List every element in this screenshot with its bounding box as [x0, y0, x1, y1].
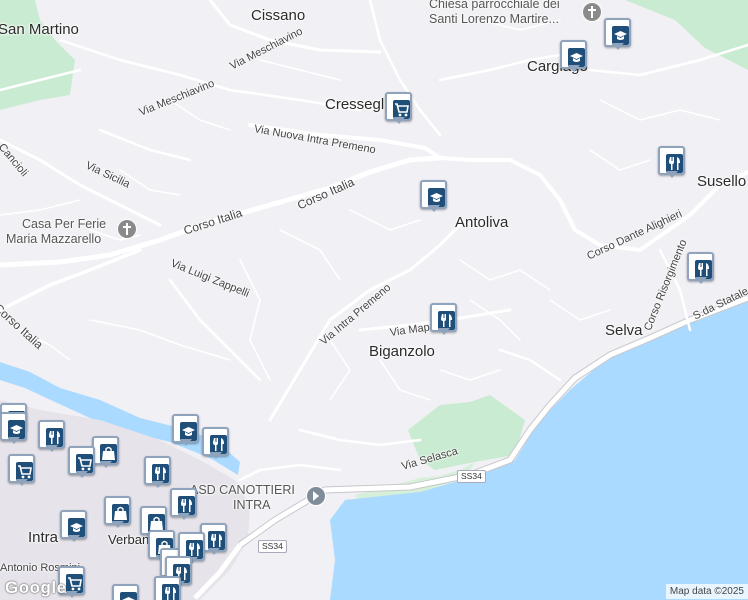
poi-label-church-line-2: Santi Lorenzo Martire... [429, 12, 559, 26]
poi-marker[interactable] [172, 414, 199, 447]
park-area [625, 0, 748, 70]
poi-label-asd-line-1: ASD CANOTTIERI [190, 483, 295, 497]
poi-marker[interactable] [60, 510, 87, 543]
poi-marker-pointer [46, 445, 58, 452]
poi-marker-pointer [152, 481, 164, 488]
road-shield-ss34: SS34 [258, 540, 287, 553]
poi-marker-pointer [568, 65, 580, 72]
poi-marker[interactable] [560, 40, 587, 73]
poi-marker-pointer [393, 117, 405, 124]
poi-marker[interactable] [144, 456, 171, 489]
sports-club-icon[interactable] [306, 486, 326, 506]
poi-marker-box [154, 576, 181, 600]
place-label-intra: Intra [28, 529, 59, 546]
poi-marker-pointer [68, 535, 80, 542]
poi-marker[interactable] [154, 576, 181, 600]
poi-marker[interactable] [658, 146, 685, 179]
poi-marker[interactable] [0, 412, 27, 445]
poi-marker[interactable] [8, 454, 35, 487]
poi-marker-pointer [666, 171, 678, 178]
place-label-biganzolo: Biganzolo [369, 343, 435, 360]
poi-marker-pointer [112, 521, 124, 528]
poi-marker[interactable] [430, 303, 457, 336]
place-label-antoliva: Antoliva [455, 214, 509, 231]
church-icon[interactable] [117, 219, 137, 239]
google-logo[interactable]: Google [5, 578, 67, 598]
poi-marker-pointer [208, 548, 220, 555]
poi-marker[interactable] [385, 92, 412, 125]
road-shield-ss34: SS34 [457, 470, 486, 483]
poi-marker[interactable] [104, 496, 131, 529]
poi-marker-pointer [210, 452, 222, 459]
poi-marker[interactable] [112, 584, 139, 600]
poi-marker-pointer [695, 277, 707, 284]
poi-marker[interactable] [604, 18, 631, 51]
lake-maggiore [330, 296, 748, 600]
map-canvas[interactable]: Cissano San Martino Cresseglio Cargiago … [0, 0, 748, 600]
poi-marker[interactable] [68, 446, 95, 479]
poi-marker-pointer [76, 471, 88, 478]
poi-marker[interactable] [202, 427, 229, 460]
place-label-selva: Selva [605, 322, 643, 339]
poi-label-church-line-1: Chiesa parrocchiale dei [429, 0, 560, 11]
poi-label-casa-line-2: Maria Mazzarello [6, 232, 102, 246]
poi-marker-pointer [438, 328, 450, 335]
poi-marker-pointer [612, 43, 624, 50]
poi-marker[interactable] [38, 420, 65, 453]
poi-label-asd-line-2: INTRA [233, 498, 271, 512]
poi-marker[interactable] [420, 180, 447, 213]
poi-marker-pointer [66, 591, 78, 598]
poi-marker-pointer [100, 461, 112, 468]
poi-label-casa-line-1: Casa Per Ferie [22, 217, 107, 231]
poi-marker[interactable] [170, 488, 197, 521]
poi-marker-pointer [16, 479, 28, 486]
church-icon[interactable] [582, 2, 602, 22]
poi-marker-pointer [428, 205, 440, 212]
place-label-susello: Susello [697, 173, 747, 190]
place-label-cissano: Cissano [251, 7, 306, 24]
map-attribution[interactable]: Map data ©2025 [665, 584, 748, 599]
poi-marker-pointer [178, 513, 190, 520]
poi-marker[interactable] [687, 252, 714, 285]
poi-marker-pointer [8, 437, 20, 444]
poi-marker[interactable] [92, 436, 119, 469]
poi-marker-pointer [180, 439, 192, 446]
park-area [0, 0, 75, 110]
poi-marker-box [112, 584, 139, 600]
place-label-san-martino: San Martino [0, 21, 79, 38]
